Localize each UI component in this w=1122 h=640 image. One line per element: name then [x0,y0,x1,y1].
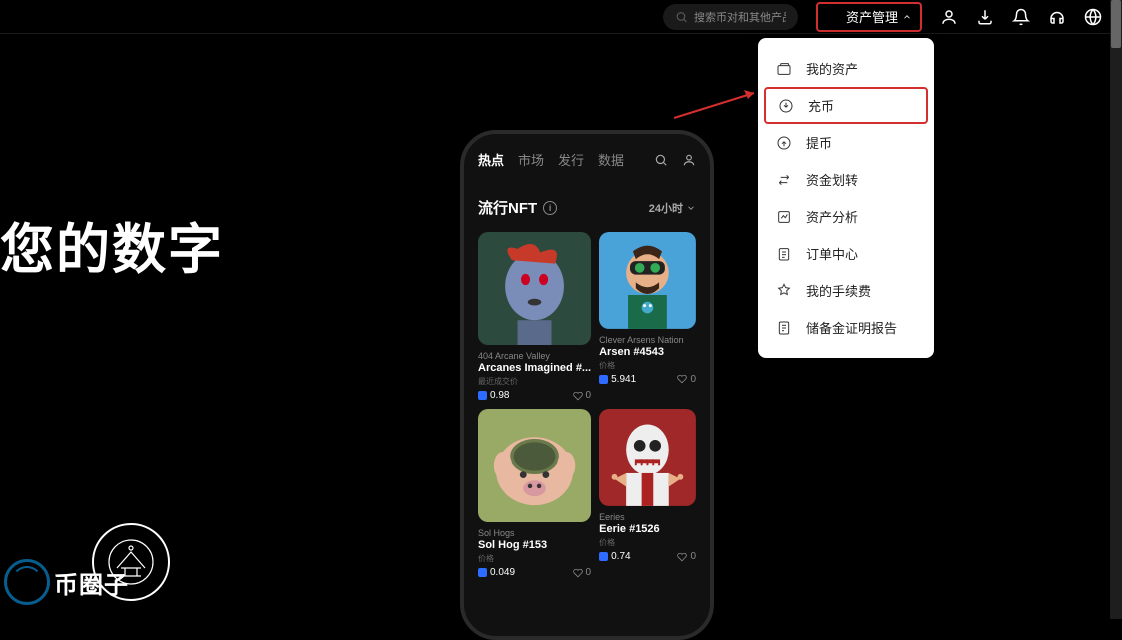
phone-tab[interactable]: 发行 [558,150,584,169]
nft-card[interactable]: Sol HogsSol Hog #153 价格 0.049 0 [478,409,591,578]
nft-card[interactable]: Clever Arsens NationArsen #4543 价格 5.941 0 [599,232,696,401]
nft-price-label: 价格 [599,537,696,548]
nft-section-header: 流行NFT i 24小时 [478,197,696,218]
dropdown-item-label: 资产分析 [806,207,858,226]
phone-tab-bar: 热点市场发行数据 [478,150,696,169]
phone-tab[interactable]: 市场 [518,150,544,169]
dropdown-item-label: 储备金证明报告 [806,318,897,337]
notifications-icon[interactable] [1012,8,1030,26]
chevron-down-icon [686,203,696,213]
asset-management-dropdown: 我的资产充币提币资金划转资产分析订单中心我的手续费储备金证明报告 [758,38,934,358]
analysis-icon [776,209,792,225]
nft-price-label: 价格 [478,553,591,564]
transfer-icon [776,172,792,188]
nft-name: Eerie #1526 [599,523,696,535]
dropdown-item-orders[interactable]: 订单中心 [758,235,934,272]
club-badge-icon [92,523,170,601]
hero-headline: 您的数字 [0,205,224,284]
nft-name: Arcanes Imagined #... [478,362,591,374]
dropdown-item-fees[interactable]: 我的手续费 [758,272,934,309]
nft-collection: Eeries [599,512,696,522]
dropdown-item-wallet[interactable]: 我的资产 [758,50,934,87]
chevron-up-icon [902,12,912,22]
search-icon [675,10,688,24]
info-icon[interactable]: i [543,201,557,215]
nft-card[interactable]: 404 Arcane ValleyArcanes Imagined #... 最近… [478,232,591,401]
nft-likes[interactable]: 0 [677,374,696,385]
dropdown-item-withdraw[interactable]: 提币 [758,124,934,161]
search-icon[interactable] [654,153,668,167]
nft-card[interactable]: EeriesEerie #1526 价格 0.74 0 [599,409,696,578]
withdraw-icon [776,135,792,151]
asset-management-label: 资产管理 [846,7,898,26]
orders-icon [776,246,792,262]
download-icon[interactable] [976,8,994,26]
nft-price: 0.98 [478,390,509,401]
dropdown-item-label: 我的手续费 [806,281,871,300]
dropdown-item-analysis[interactable]: 资产分析 [758,198,934,235]
nft-collection: 404 Arcane Valley [478,351,591,361]
nft-price-label: 最近成交价 [478,376,591,387]
nft-grid: 404 Arcane ValleyArcanes Imagined #... 最近… [478,232,696,578]
asset-management-dropdown-trigger[interactable]: 资产管理 [816,2,922,32]
report-icon [776,320,792,336]
phone-tab[interactable]: 热点 [478,150,504,169]
dropdown-item-transfer[interactable]: 资金划转 [758,161,934,198]
dropdown-item-deposit[interactable]: 充币 [764,87,928,124]
nft-price: 5.941 [599,374,636,385]
wallet-icon [776,61,792,77]
search-placeholder: 搜索币对和其他产品 [694,9,786,25]
search-input[interactable]: 搜索币对和其他产品 [663,4,798,30]
time-filter-dropdown[interactable]: 24小时 [649,200,696,216]
nft-price: 0.74 [599,551,630,562]
dropdown-item-label: 资金划转 [806,170,858,189]
nft-price-label: 价格 [599,360,696,371]
fees-icon [776,283,792,299]
nft-image [599,232,696,329]
deposit-icon [778,98,794,114]
dropdown-item-report[interactable]: 储备金证明报告 [758,309,934,346]
nft-likes[interactable]: 0 [573,567,592,578]
scrollbar-thumb[interactable] [1111,0,1121,48]
top-navigation-bar: 搜索币对和其他产品 资产管理 [0,0,1110,33]
nft-image [478,232,591,345]
nft-likes[interactable]: 0 [573,390,592,401]
nft-image [478,409,591,522]
nft-image [599,409,696,506]
nft-collection: Clever Arsens Nation [599,335,696,345]
time-filter-label: 24小时 [649,200,683,216]
dropdown-item-label: 充币 [808,96,834,115]
nft-likes[interactable]: 0 [677,551,696,562]
user-account-icon[interactable] [940,8,958,26]
nft-name: Arsen #4543 [599,346,696,358]
page-scrollbar[interactable] [1110,0,1122,619]
annotation-arrow-icon [672,85,767,120]
nft-price: 0.049 [478,567,515,578]
watermark-ring-icon [4,559,50,605]
dropdown-item-label: 订单中心 [806,244,858,263]
nft-name: Sol Hog #153 [478,539,591,551]
nft-section-title: 流行NFT [478,197,537,218]
support-headset-icon[interactable] [1048,8,1066,26]
user-icon[interactable] [682,153,696,167]
nft-collection: Sol Hogs [478,528,591,538]
dropdown-item-label: 提币 [806,133,832,152]
phone-tab[interactable]: 数据 [598,150,624,169]
dropdown-item-label: 我的资产 [806,59,858,78]
language-globe-icon[interactable] [1084,8,1102,26]
phone-mockup: 热点市场发行数据 流行NFT i 24小时 404 Arcane ValleyA… [460,130,714,640]
